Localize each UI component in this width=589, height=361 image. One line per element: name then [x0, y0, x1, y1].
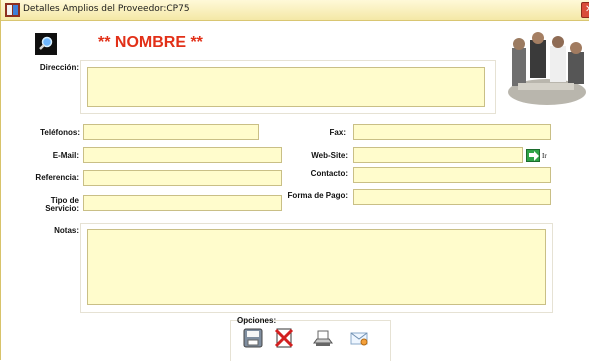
close-icon: ✕	[585, 4, 589, 16]
notas-label: Notas:	[54, 226, 79, 235]
magnifier-icon	[36, 34, 56, 54]
go-arrow-icon[interactable]	[526, 149, 540, 162]
supplier-details-window: Detalles Amplios del Proveedor:CP75 ✕ **…	[0, 0, 589, 361]
website-field[interactable]	[353, 147, 523, 163]
direccion-field[interactable]	[87, 67, 485, 107]
opciones-title: Opciones:	[237, 316, 277, 325]
email-icon	[350, 332, 368, 346]
referencia-field[interactable]	[83, 170, 282, 186]
search-button[interactable]	[35, 33, 57, 55]
delete-button[interactable]	[273, 327, 295, 349]
window-title: Detalles Amplios del Proveedor:CP75	[23, 4, 190, 14]
email-button[interactable]	[348, 327, 370, 349]
fax-field[interactable]	[353, 124, 551, 140]
referencia-label: Referencia:	[35, 173, 79, 182]
title-bar: Detalles Amplios del Proveedor:CP75 ✕	[1, 0, 589, 21]
go-button-label[interactable]: Ir	[542, 152, 547, 160]
print-icon	[313, 330, 333, 346]
forma-pago-field[interactable]	[353, 189, 551, 205]
telefonos-label: Teléfonos:	[40, 128, 80, 137]
contacto-label: Contacto:	[310, 169, 348, 178]
website-label: Web-Site:	[311, 151, 348, 160]
close-button[interactable]: ✕	[581, 2, 589, 18]
direccion-label: Dirección:	[39, 63, 79, 72]
people-meeting-photo	[506, 30, 588, 109]
supplier-name: ** NOMBRE **	[98, 34, 203, 51]
save-icon	[243, 328, 263, 348]
notas-field[interactable]	[87, 229, 546, 305]
app-icon	[5, 3, 20, 17]
contacto-field[interactable]	[353, 167, 551, 183]
save-button[interactable]	[242, 327, 264, 349]
tipo-servicio-field[interactable]	[83, 195, 282, 211]
telefonos-field[interactable]	[83, 124, 259, 140]
delete-icon	[274, 328, 294, 348]
email-field[interactable]	[83, 147, 282, 163]
tipo-servicio-label-line-2: Servicio:	[45, 204, 79, 213]
print-button[interactable]	[312, 327, 334, 349]
email-label: E-Mail:	[52, 151, 79, 160]
fax-label: Fax:	[329, 128, 346, 137]
forma-pago-label: Forma de Pago:	[287, 191, 348, 200]
